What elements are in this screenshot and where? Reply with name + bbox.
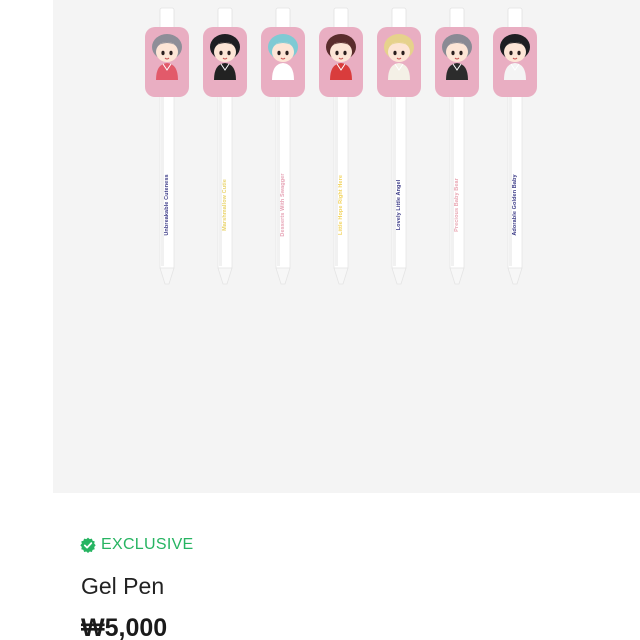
product-name[interactable]: Gel Pen bbox=[81, 573, 164, 600]
pen-1: Unbreakable Cuteness bbox=[144, 0, 190, 290]
pen-4-text: Little Hope Right Here bbox=[338, 175, 344, 235]
pen-tip bbox=[159, 267, 175, 285]
character-eye-left bbox=[393, 50, 397, 56]
pen-tip bbox=[217, 267, 233, 285]
character-eye-left bbox=[161, 50, 165, 56]
product-image[interactable]: Unbreakable Cuteness Marshmallow Cutie D… bbox=[53, 0, 640, 493]
pen-tip bbox=[275, 267, 291, 285]
character-eye-right bbox=[285, 50, 289, 56]
character-eye-right bbox=[517, 50, 521, 56]
pen-7-drawing bbox=[493, 7, 537, 285]
character-eye-right bbox=[343, 50, 347, 56]
pen-tip bbox=[333, 267, 349, 285]
character-eye-right bbox=[401, 50, 405, 56]
pen-7-text: Adorable Golden Baby bbox=[512, 174, 518, 236]
character-eye-left bbox=[277, 50, 281, 56]
character-eye-left bbox=[219, 50, 223, 56]
character-eye-left bbox=[335, 50, 339, 56]
pen-tip bbox=[449, 267, 465, 285]
pen-tip bbox=[391, 267, 407, 285]
pen-2-drawing bbox=[203, 7, 247, 285]
pen-5-drawing bbox=[377, 7, 421, 285]
character-eye-right bbox=[169, 50, 173, 56]
pen-4-drawing bbox=[319, 7, 363, 285]
pen-6-text: Precious Baby Bear bbox=[454, 178, 460, 232]
pen-3-drawing bbox=[261, 7, 305, 285]
verified-check-icon bbox=[80, 537, 96, 553]
character-eye-right bbox=[227, 50, 231, 56]
badge-label: EXCLUSIVE bbox=[101, 536, 194, 553]
pen-1-drawing bbox=[145, 7, 189, 285]
pen-1-text: Unbreakable Cuteness bbox=[164, 174, 170, 236]
character-eye-left bbox=[509, 50, 513, 56]
pen-3: Desserts With Swagger bbox=[260, 0, 306, 290]
pen-2-text: Marshmallow Cutie bbox=[222, 179, 228, 231]
pen-tip bbox=[507, 267, 523, 285]
pen-3-text: Desserts With Swagger bbox=[280, 173, 286, 237]
character-eye-left bbox=[451, 50, 455, 56]
character-eye-right bbox=[459, 50, 463, 56]
pen-6-drawing bbox=[435, 7, 479, 285]
exclusive-badge: EXCLUSIVE bbox=[80, 536, 194, 554]
pen-5: Lovely Little Angel bbox=[376, 0, 422, 290]
pen-2: Marshmallow Cutie bbox=[202, 0, 248, 290]
pen-4: Little Hope Right Here bbox=[318, 0, 364, 290]
pen-7: Adorable Golden Baby bbox=[492, 0, 538, 290]
pen-5-text: Lovely Little Angel bbox=[396, 179, 402, 231]
pen-6: Precious Baby Bear bbox=[434, 0, 480, 290]
product-page: Unbreakable Cuteness Marshmallow Cutie D… bbox=[0, 0, 640, 640]
product-price: ₩5,000 bbox=[81, 614, 168, 640]
